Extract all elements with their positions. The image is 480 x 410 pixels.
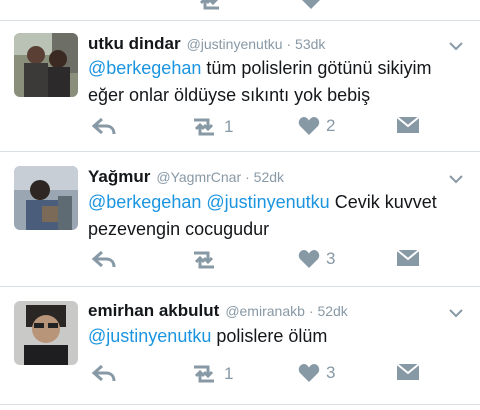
avatar-photo	[14, 166, 78, 230]
tweet-text-part: tüm polislerin götünü sikiyim	[201, 58, 432, 78]
display-name[interactable]: utku dindar	[88, 34, 181, 53]
direct-message-button[interactable]	[396, 363, 420, 381]
tweet-text-line-1: @justinyenutku polislere ölüm	[88, 323, 327, 350]
avatar-photo	[14, 301, 78, 365]
retweet-count: 1	[224, 117, 234, 136]
retweet-button[interactable]: 1	[190, 363, 233, 385]
username[interactable]: @YagmrCnar	[156, 169, 241, 185]
reply-icon	[92, 250, 116, 268]
tweet-text-line-2: eğer onlar öldüyse sıkıntı yok bebiş	[88, 85, 371, 105]
reply-icon	[92, 364, 116, 382]
tweet-2[interactable]: Yağmur @YagmrCnar · 52dk @berkegehan @just…	[0, 152, 480, 280]
reply-icon	[92, 117, 116, 135]
avatar[interactable]	[14, 33, 78, 97]
direct-message-button[interactable]	[396, 249, 420, 267]
more-options-button[interactable]	[448, 38, 464, 54]
retweet-button[interactable]: 1	[190, 116, 233, 138]
retweet-button[interactable]	[190, 249, 224, 271]
avatar-photo	[14, 33, 78, 97]
reply-button[interactable]	[92, 116, 116, 136]
chevron-down-icon	[449, 175, 463, 184]
mention-link[interactable]: @berkegehan	[88, 58, 201, 78]
tweet-text-line-1: @berkegehan @justinyenutku Cevik kuvvet	[88, 189, 437, 216]
tweet-header: Yağmur @YagmrCnar · 52dk	[88, 167, 284, 187]
more-options-button[interactable]	[448, 305, 464, 321]
retweet-icon	[194, 365, 214, 383]
tweet-actions: 1 3	[0, 363, 480, 393]
timeline: utku dindar @justinyenutku · 53dk @berkege…	[0, 0, 480, 410]
retweet-icon	[194, 118, 214, 136]
retweet-button[interactable]	[195, 0, 223, 12]
display-name[interactable]: emirhan akbulut	[88, 301, 219, 320]
tweet-text: @berkegehan @justinyenutku Cevik kuvvet …	[88, 189, 437, 243]
separator	[0, 404, 480, 405]
like-count: 3	[326, 363, 336, 382]
retweet-icon	[199, 0, 219, 10]
username[interactable]: @justinyenutku	[187, 36, 283, 52]
tweet-3[interactable]: emirhan akbulut @emiranakb · 52dk @justiny…	[0, 287, 480, 402]
chevron-down-icon	[449, 42, 463, 51]
tweet-header: utku dindar @justinyenutku · 53dk	[88, 34, 325, 54]
retweet-count: 1	[224, 364, 234, 383]
more-options-button[interactable]	[448, 171, 464, 187]
reply-button[interactable]	[92, 363, 116, 383]
username[interactable]: @emiranakb	[225, 303, 305, 319]
envelope-icon	[396, 116, 420, 133]
like-button[interactable]: 3	[298, 249, 335, 269]
like-button[interactable]	[300, 0, 322, 10]
mention-link[interactable]: @justinyenutku	[88, 326, 211, 346]
like-count: 2	[326, 116, 336, 135]
retweet-icon	[194, 251, 214, 269]
tweet-text-part: polislere ölüm	[211, 326, 328, 346]
tweet-text-line-1: @berkegehan tüm polislerin götünü sikiyi…	[88, 55, 431, 82]
timestamp[interactable]: · 52dk	[309, 303, 348, 319]
tweet-text: @justinyenutku polislere ölüm	[88, 323, 327, 350]
avatar[interactable]	[14, 166, 78, 230]
heart-icon	[302, 0, 320, 9]
timestamp[interactable]: · 52dk	[245, 169, 284, 185]
tweet-text-line-2: pezevengin cocugudur	[88, 219, 270, 239]
avatar[interactable]	[14, 301, 78, 365]
display-name[interactable]: Yağmur	[88, 167, 150, 186]
like-button[interactable]: 2	[298, 116, 335, 136]
like-count: 3	[326, 249, 336, 268]
chevron-down-icon	[449, 309, 463, 318]
heart-icon	[298, 250, 320, 268]
direct-message-button[interactable]	[396, 116, 420, 134]
heart-icon	[298, 117, 320, 135]
like-button[interactable]: 3	[298, 363, 335, 383]
tweet-header: emirhan akbulut @emiranakb · 52dk	[88, 301, 348, 321]
tweet-actions: 1 2	[0, 116, 480, 146]
tweet-1[interactable]: utku dindar @justinyenutku · 53dk @berkege…	[0, 21, 480, 151]
reply-button[interactable]	[92, 249, 116, 269]
tweet-text-part: Cevik kuvvet	[329, 192, 437, 212]
heart-icon	[298, 364, 320, 382]
previous-tweet-actions	[0, 0, 480, 18]
envelope-icon	[396, 363, 420, 380]
tweet-actions: 3	[0, 249, 480, 279]
timestamp[interactable]: · 53dk	[287, 36, 326, 52]
tweet-text: @berkegehan tüm polislerin götünü sikiyi…	[88, 55, 431, 109]
envelope-icon	[396, 249, 420, 266]
mention-link[interactable]: @berkegehan @justinyenutku	[88, 192, 330, 212]
